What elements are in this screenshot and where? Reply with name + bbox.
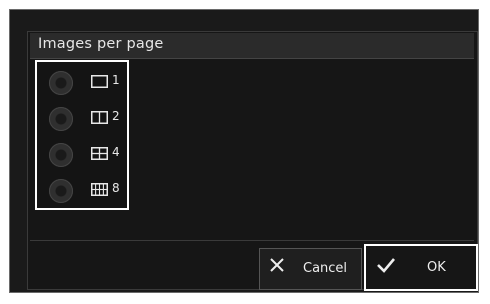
checkmark-icon (375, 255, 397, 280)
radio-button-1[interactable] (49, 71, 73, 95)
close-icon (267, 255, 287, 280)
footer-divider (30, 240, 474, 241)
radio-button-2[interactable] (49, 107, 73, 131)
radio-button-8[interactable] (49, 179, 73, 203)
option-4[interactable]: 4 (37, 136, 127, 172)
option-label-1: 1 (112, 73, 120, 87)
option-2[interactable]: 2 (37, 100, 127, 136)
ok-button[interactable]: OK (364, 244, 478, 291)
layout-options-group: 1 2 4 8 (35, 60, 129, 210)
radio-button-4[interactable] (49, 143, 73, 167)
dialog-title-bar: Images per page (30, 33, 474, 59)
layout-4-icon (91, 147, 108, 160)
cancel-label: Cancel (303, 261, 348, 276)
dialog-title: Images per page (38, 36, 164, 52)
layout-2-icon (91, 111, 108, 124)
option-8[interactable]: 8 (37, 172, 127, 208)
layout-8-icon (91, 183, 108, 196)
option-label-2: 2 (112, 109, 120, 123)
option-label-4: 4 (112, 145, 120, 159)
cancel-button[interactable]: Cancel (259, 248, 362, 290)
ok-label: OK (427, 260, 446, 275)
layout-1-icon (91, 75, 108, 88)
option-label-8: 8 (112, 181, 120, 195)
option-1[interactable]: 1 (37, 64, 127, 100)
